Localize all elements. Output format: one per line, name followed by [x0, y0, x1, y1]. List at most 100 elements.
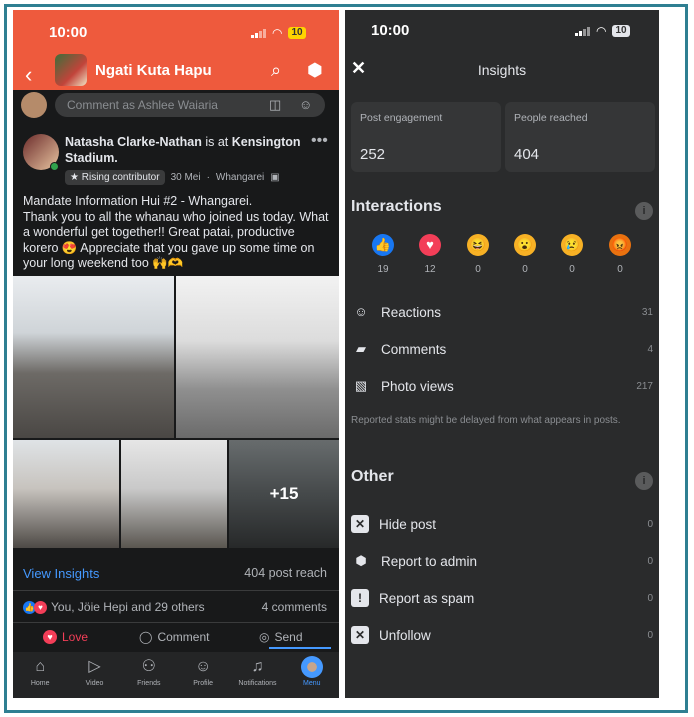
divider [13, 590, 339, 591]
unfollow-row: ✕ Unfollow 0 [351, 623, 653, 647]
emoji-icon[interactable]: ☺ [299, 97, 312, 112]
smile-icon: ☺ [354, 304, 368, 319]
post-author-line: Natasha Clarke-Nathan is at Kensington S… [65, 134, 315, 166]
like-icon: 👍 [372, 234, 394, 256]
camera-icon[interactable]: ◫ [269, 97, 281, 113]
insights-screen: 10:00 ◠ 10 ✕ Insights Post engagement 25… [345, 10, 659, 698]
post-photo-4[interactable] [121, 440, 227, 548]
online-indicator [50, 162, 59, 171]
send-active-underline [269, 647, 331, 649]
reaction-summary[interactable]: 👍 ♥ You, Jöie Hepi and 29 others [23, 600, 205, 614]
messenger-icon: ◎ [259, 630, 270, 644]
post-location: Whangarei [215, 172, 265, 183]
friends-icon: ⚇ [141, 658, 156, 675]
photo-icon: ▧ [354, 378, 368, 393]
reactions-row: ☺ Reactions 31 [351, 300, 653, 324]
post-author-name[interactable]: Natasha Clarke-Nathan [65, 135, 202, 149]
signal-icon [575, 26, 590, 36]
page-title: Insights [477, 62, 527, 78]
post-date[interactable]: 30 Mei [171, 172, 201, 183]
tab-friends[interactable]: ⚇ Friends [122, 652, 176, 698]
spam-icon: ! [351, 589, 369, 607]
reaction-like: 👍 19 [368, 234, 398, 275]
left-phone-screen: 10:00 ◠ 10 ‹ Ngati Kuta Hapu ⌕ ⬢ Comment… [13, 10, 339, 698]
more-photos-count[interactable]: +15 [229, 440, 339, 548]
reaction-sad: 😢 0 [557, 234, 587, 275]
tab-home[interactable]: ⌂ Home [13, 652, 67, 698]
comments-count[interactable]: 4 comments [262, 600, 327, 614]
tab-profile[interactable]: ☺ Profile [176, 652, 230, 698]
more-options-icon[interactable]: ••• [311, 132, 328, 150]
reaction-angry: 😡 0 [605, 234, 635, 275]
menu-avatar-icon [300, 656, 323, 678]
love-icon: ♥ [34, 600, 47, 614]
send-button[interactable]: ◎ Send [259, 630, 303, 644]
other-heading: Other [351, 468, 394, 485]
hide-post-row: ✕ Hide post 0 [351, 512, 653, 536]
love-icon: ♥ [419, 234, 441, 256]
card-label: People reached [514, 112, 588, 124]
interactions-heading: Interactions [351, 198, 442, 215]
divider [13, 622, 339, 623]
photo-views-row: ▧ Photo views 217 [351, 374, 653, 398]
admin-shield-icon[interactable]: ⬢ [307, 60, 323, 81]
info-icon[interactable]: i [635, 202, 653, 220]
comment-button[interactable]: ◯ Comment [139, 630, 209, 644]
wifi-icon: ◠ [272, 26, 283, 40]
status-icons: ◠ 10 [575, 24, 630, 38]
search-icon[interactable]: ⌕ [271, 60, 281, 81]
hide-icon: ✕ [351, 515, 369, 533]
group-thumbnail[interactable] [55, 54, 87, 86]
report-as-spam-row: ! Report as spam 0 [351, 586, 653, 610]
unfollow-icon: ✕ [351, 626, 369, 644]
post-photo-3[interactable] [13, 440, 119, 548]
post-photo-5[interactable]: +15 [229, 440, 339, 548]
wow-icon: 😮 [514, 234, 536, 256]
post-text: Mandate Information Hui #2 - Whangarei. … [23, 194, 329, 270]
group-name[interactable]: Ngati Kuta Hapu [95, 62, 212, 79]
battery-icon: 10 [612, 25, 630, 37]
card-label: Post engagement [360, 112, 443, 124]
comment-composer: Comment as Ashlee Waiaria ◫ ☺ [13, 90, 339, 120]
avatar [21, 92, 47, 118]
video-icon: ▷ [88, 658, 101, 675]
reactors-text: You, Jöie Hepi and 29 others [51, 600, 205, 614]
post-photo-2[interactable] [176, 276, 339, 438]
rising-contributor-badge: ★ Rising contributor [65, 170, 165, 185]
bell-icon: ♫ [251, 658, 264, 675]
angry-icon: 😡 [609, 234, 631, 256]
tab-notifications[interactable]: ♫ Notifications [230, 652, 284, 698]
status-time: 10:00 [49, 24, 88, 41]
view-insights-link[interactable]: View Insights [23, 566, 99, 581]
reaction-love: ♥ 12 [415, 234, 445, 275]
post-engagement-card: Post engagement 252 [351, 102, 501, 172]
back-arrow-icon[interactable]: ‹ [25, 62, 32, 88]
signal-icon [251, 28, 266, 38]
report-to-admin-row: ⬢ Report to admin 0 [351, 549, 653, 573]
reaction-haha: 😆 0 [463, 234, 493, 275]
reaction-wow: 😮 0 [510, 234, 540, 275]
wifi-icon: ◠ [596, 24, 607, 38]
comments-row: ▰ Comments 4 [351, 337, 653, 361]
card-value: 252 [360, 146, 386, 163]
post-reach: 404 post reach [244, 566, 327, 580]
report-admin-icon: ⬢ [355, 553, 367, 568]
sad-icon: 😢 [561, 234, 583, 256]
tab-video[interactable]: ▷ Video [67, 652, 121, 698]
info-icon[interactable]: i [635, 472, 653, 490]
home-icon: ⌂ [35, 658, 45, 675]
post-at-text: is at [205, 135, 229, 149]
people-reached-card: People reached 404 [505, 102, 655, 172]
comment-icon: ▰ [356, 341, 366, 356]
post-photo-1[interactable] [13, 276, 174, 438]
bottom-tab-bar: ⌂ Home ▷ Video ⚇ Friends ☺ Profile ♫ Notifica… [13, 652, 339, 698]
battery-icon: 10 [288, 27, 306, 39]
stats-delay-note: Reported stats might be delayed from wha… [351, 415, 621, 426]
tab-menu[interactable]: Menu [285, 652, 339, 698]
comment-input[interactable]: Comment as Ashlee Waiaria [55, 93, 325, 117]
profile-icon: ☺ [194, 658, 212, 675]
love-button[interactable]: ♥ Love [43, 630, 88, 644]
heart-icon: ♥ [43, 630, 57, 644]
status-time: 10:00 [371, 22, 410, 39]
status-icons: ◠ 10 [251, 26, 306, 40]
